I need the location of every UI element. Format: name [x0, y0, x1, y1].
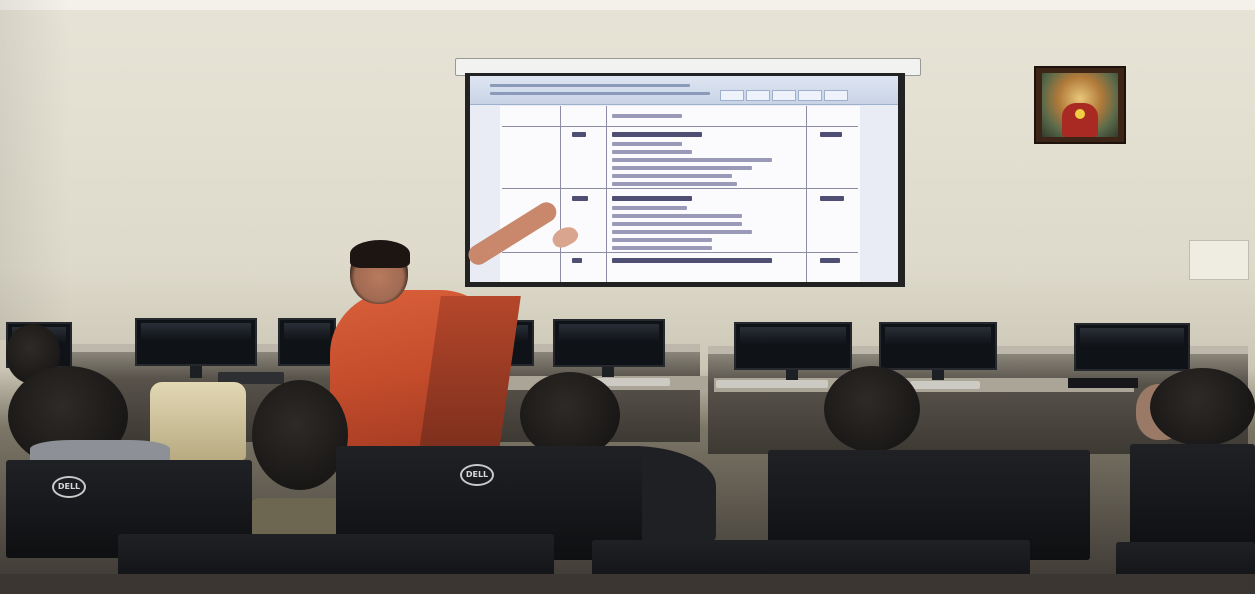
monitor-stand — [190, 366, 202, 378]
toc-entry — [612, 114, 682, 118]
toc-column-divider — [560, 106, 561, 282]
word-processor-ribbon — [470, 76, 898, 105]
toc-entry — [612, 214, 742, 218]
toc-column-divider — [806, 106, 807, 282]
student-head — [1150, 368, 1255, 446]
keyboard — [910, 381, 980, 389]
front-desk — [0, 574, 1255, 594]
monitor — [734, 322, 852, 370]
toc-entry — [612, 166, 752, 170]
presenter-hair — [350, 240, 410, 268]
front-monitor — [1130, 444, 1255, 554]
student-head — [252, 380, 348, 490]
ribbon-style-box — [720, 90, 744, 101]
table-of-contents-page — [500, 106, 860, 282]
ceiling — [0, 0, 1255, 10]
monitor — [879, 322, 997, 370]
ribbon-style-box — [746, 90, 770, 101]
toc-row-divider — [502, 188, 858, 189]
toc-entry — [612, 158, 772, 162]
toc-chapter-title — [612, 258, 772, 263]
ribbon-tools — [490, 92, 710, 95]
toc-entry — [612, 150, 692, 154]
toc-chapter-number — [572, 196, 588, 201]
toc-entry — [612, 230, 752, 234]
toc-entry — [612, 206, 687, 210]
toc-page-range — [820, 132, 842, 137]
monitor — [278, 318, 336, 366]
classroom-photo: DELL DELL — [0, 0, 1255, 594]
dell-logo: DELL — [460, 464, 494, 486]
monitor-stand — [786, 370, 798, 380]
toc-row-divider — [502, 126, 858, 127]
toc-chapter-number — [572, 258, 582, 263]
projected-document — [470, 76, 898, 282]
toc-entry — [612, 142, 682, 146]
sacred-heart-picture — [1034, 66, 1126, 144]
picture-canvas — [1042, 73, 1118, 137]
keyboard — [716, 380, 828, 388]
toc-page-range — [820, 258, 840, 263]
monitor — [553, 319, 665, 367]
ribbon-tools — [490, 84, 690, 87]
wall-shadow — [0, 0, 70, 340]
monitor-stand — [602, 367, 614, 377]
ribbon-style-box — [798, 90, 822, 101]
toc-entry — [612, 182, 737, 186]
ribbon-style-box — [824, 90, 848, 101]
toc-entry — [612, 246, 712, 250]
toc-entry — [612, 238, 712, 242]
toc-chapter-title — [612, 132, 702, 137]
monitor — [1074, 323, 1190, 371]
plastic-chair — [248, 498, 344, 538]
monitor-stand — [932, 370, 944, 380]
toc-entry — [612, 222, 742, 226]
toc-column-divider — [606, 106, 607, 282]
ribbon-style-box — [772, 90, 796, 101]
wall-switchboard — [1189, 240, 1249, 280]
picture-heart — [1075, 109, 1085, 119]
toc-chapter-number — [572, 132, 586, 137]
monitor — [135, 318, 257, 366]
dell-logo: DELL — [52, 476, 86, 498]
toc-row-divider — [502, 252, 858, 253]
toc-page-range — [820, 196, 844, 201]
student-head — [824, 366, 920, 452]
toc-entry — [612, 174, 732, 178]
keyboard — [1068, 378, 1138, 388]
toc-chapter-title — [612, 196, 692, 201]
keyboard — [596, 378, 670, 386]
